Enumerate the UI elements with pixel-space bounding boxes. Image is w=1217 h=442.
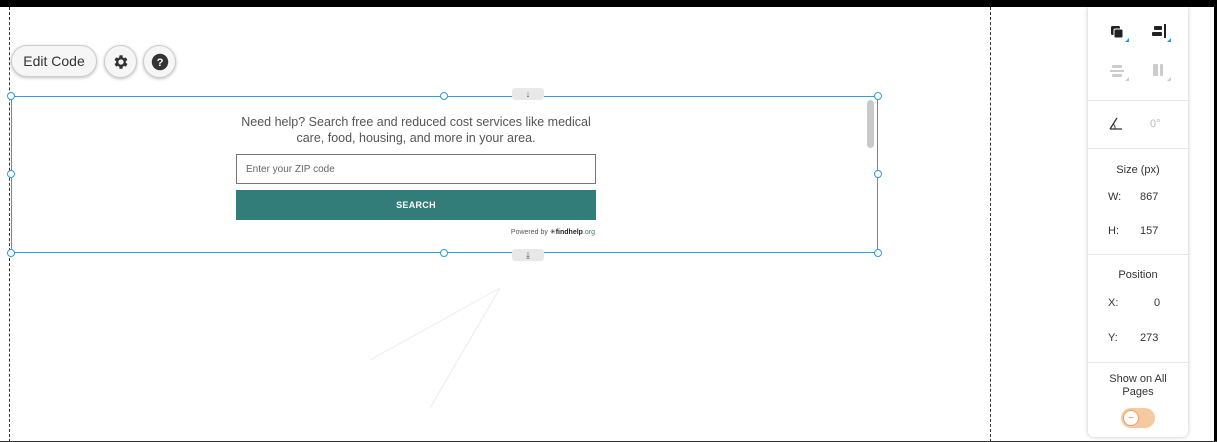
minus-icon: − — [1128, 412, 1134, 424]
brand-tld: .org — [582, 229, 595, 236]
zip-code-input[interactable]: Enter your ZIP code — [236, 154, 596, 184]
settings-button[interactable] — [104, 45, 137, 78]
distribute-icon[interactable] — [1148, 61, 1172, 83]
rotation-value[interactable]: 0° — [1150, 118, 1161, 130]
align-center-icon[interactable] — [1108, 61, 1130, 83]
panel-divider — [1088, 254, 1188, 255]
resize-handle-bottom-center[interactable] — [440, 249, 448, 257]
panel-divider — [1088, 148, 1188, 149]
height-label: H: — [1108, 225, 1119, 237]
align-right-icon[interactable] — [1148, 23, 1172, 45]
toggle-knob: − — [1123, 410, 1139, 426]
bring-to-front-icon[interactable] — [1108, 23, 1130, 45]
arrow-down-bar-icon: ⤓ — [526, 249, 530, 260]
resize-handle-bottom-right[interactable] — [874, 249, 882, 257]
show-on-all-pages-toggle[interactable]: − — [1121, 408, 1155, 428]
page-left-guide — [9, 7, 10, 442]
size-title: Size (px) — [1116, 164, 1160, 176]
window-top-border — [0, 0, 1217, 7]
page-right-guide — [990, 7, 991, 442]
position-title: Position — [1118, 269, 1158, 281]
panel-divider — [1088, 100, 1188, 101]
edit-code-button[interactable]: Edit Code — [11, 45, 97, 77]
resize-handle-top-left[interactable] — [7, 92, 15, 100]
brand-name: findhelp — [555, 229, 583, 236]
panel-divider — [1088, 362, 1188, 363]
resize-handle-middle-right[interactable] — [874, 170, 882, 178]
arrow-down-icon: ↓ — [525, 89, 531, 99]
y-label: Y: — [1108, 332, 1118, 344]
resize-handle-bottom-left[interactable] — [7, 249, 15, 257]
properties-panel: 0° Size (px) W: 867 H: 157 Position X: 0… — [1088, 7, 1188, 437]
svg-text:?: ? — [156, 56, 163, 68]
widget-scrollbar[interactable] — [867, 100, 874, 148]
rotation-angle-icon — [1109, 117, 1122, 130]
width-value[interactable]: 867 — [1140, 191, 1158, 203]
powered-by-text: Powered by — [510, 229, 548, 236]
widget-intro-text: Need help? Search free and reduced cost … — [241, 115, 591, 145]
powered-by-line[interactable]: Powered by ✳findhelp.org — [440, 228, 595, 236]
help-button[interactable]: ? — [143, 45, 176, 78]
height-value[interactable]: 157 — [1140, 225, 1158, 237]
y-value[interactable]: 273 — [1140, 332, 1158, 344]
question-icon: ? — [151, 53, 168, 70]
edit-code-label: Edit Code — [23, 53, 85, 69]
x-value[interactable]: 0 — [1154, 297, 1160, 309]
zip-placeholder: Enter your ZIP code — [246, 163, 335, 175]
show-on-all-pages-label: Show on All Pages — [1109, 373, 1167, 398]
gear-icon — [114, 54, 127, 69]
canvas-faint-lines — [369, 287, 501, 409]
width-label: W: — [1108, 191, 1122, 203]
search-button[interactable]: SEARCH — [236, 190, 596, 220]
resize-handle-top-right[interactable] — [874, 92, 882, 100]
x-label: X: — [1108, 297, 1119, 309]
resize-handle-middle-left[interactable] — [7, 170, 15, 178]
search-button-label: SEARCH — [396, 200, 436, 210]
move-up-tab[interactable]: ↓ — [512, 88, 544, 100]
resize-handle-top-center[interactable] — [440, 92, 448, 100]
move-down-tab[interactable]: ⤓ — [512, 249, 544, 261]
